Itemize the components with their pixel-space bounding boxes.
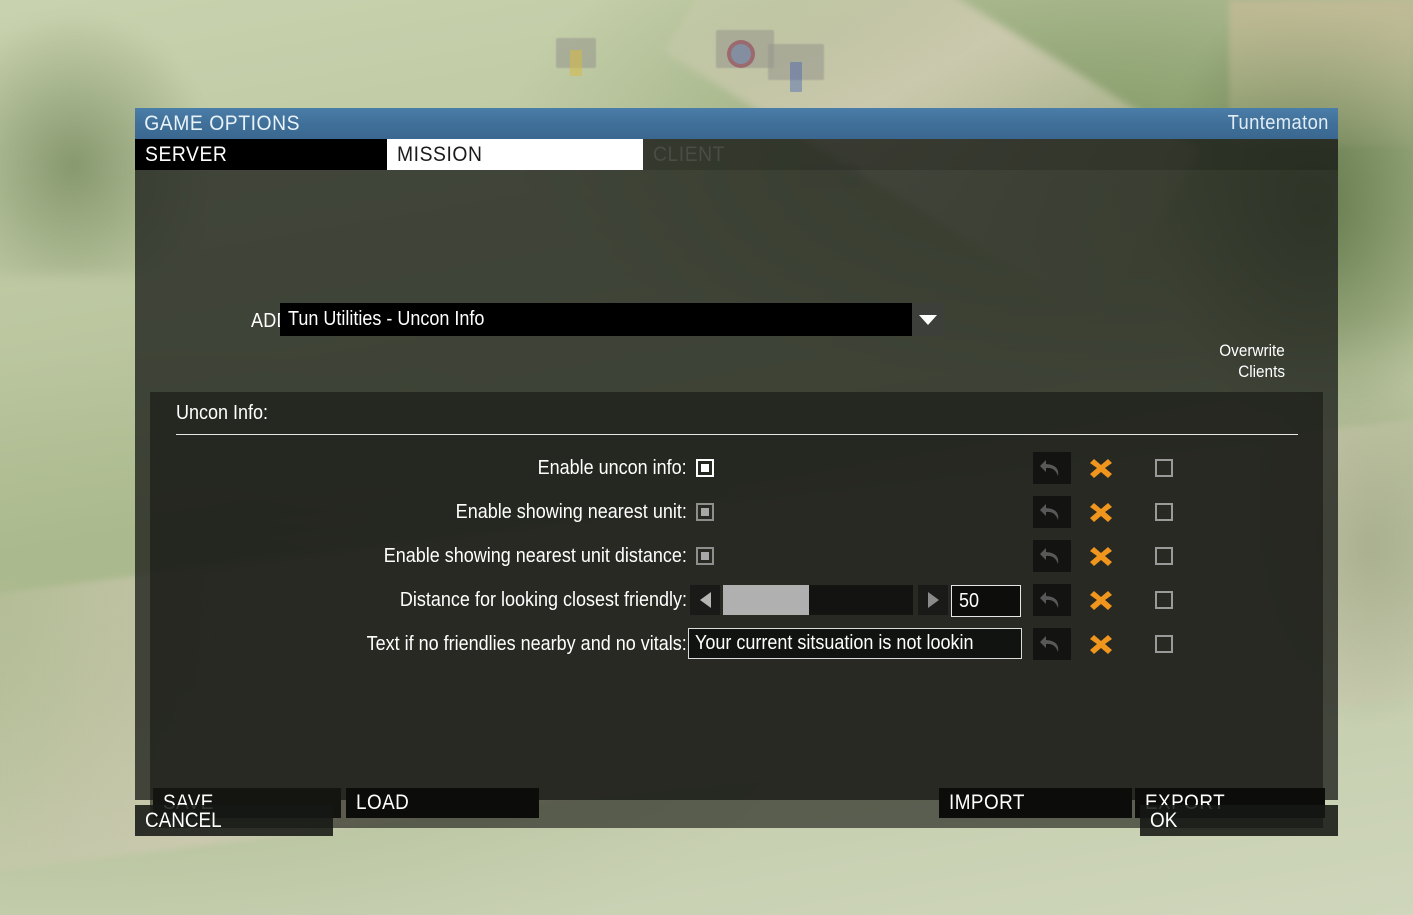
overwrite-clients-header: Overwrite Clients [1095, 340, 1285, 382]
arrow-right-icon[interactable] [918, 585, 948, 615]
settings-panel: Uncon Info: Enable uncon info: Enable sh… [150, 392, 1323, 828]
marker-circle [727, 40, 755, 68]
tab-server[interactable]: SERVER [135, 139, 387, 170]
setting-row: Enable uncon info: [150, 450, 1323, 486]
undo-icon[interactable] [1033, 540, 1071, 572]
section-title: Uncon Info: [176, 402, 269, 424]
undo-icon[interactable] [1033, 452, 1071, 484]
dialog-body: ADDON: Tun Utilities - Uncon Info Overwr… [135, 170, 1338, 828]
profile-name: Tuntematon [1227, 112, 1329, 134]
section-divider [176, 434, 1298, 435]
enable-nearest-unit-distance-checkbox[interactable] [696, 547, 714, 565]
slider-track[interactable] [723, 585, 913, 615]
setting-row: Enable showing nearest unit distance: [150, 538, 1323, 574]
tab-client-label: CLIENT [653, 142, 726, 166]
no-friendlies-text-value: Your current sitsuation is not lookin [695, 632, 974, 654]
setting-row: Enable showing nearest unit: [150, 494, 1323, 530]
overwrite-clients-checkbox[interactable] [1155, 459, 1173, 477]
game-options-dialog: GAME OPTIONS Tuntematon SERVER MISSION C… [135, 108, 1338, 828]
x-reset-icon[interactable] [1086, 629, 1116, 659]
overwrite-header-line1: Overwrite [1219, 341, 1285, 360]
addon-combo-value: Tun Utilities - Uncon Info [288, 308, 485, 330]
cancel-button[interactable]: CANCEL [135, 805, 333, 836]
tab-bar: SERVER MISSION CLIENT [135, 139, 1338, 170]
overwrite-clients-checkbox[interactable] [1155, 547, 1173, 565]
enable-nearest-unit-checkbox[interactable] [696, 503, 714, 521]
x-reset-icon[interactable] [1086, 585, 1116, 615]
setting-label: Enable showing nearest unit: [455, 500, 687, 523]
x-reset-icon[interactable] [1086, 497, 1116, 527]
tab-server-label: SERVER [145, 142, 228, 166]
undo-icon[interactable] [1033, 496, 1071, 528]
overwrite-clients-checkbox[interactable] [1155, 635, 1173, 653]
distance-value-input[interactable]: 50 [951, 585, 1021, 617]
slider-fill [723, 585, 809, 615]
overwrite-clients-checkbox[interactable] [1155, 503, 1173, 521]
setting-label: Text if no friendlies nearby and no vita… [366, 632, 687, 655]
soldier-2 [790, 62, 802, 92]
tab-client[interactable]: CLIENT [643, 139, 1338, 170]
enable-uncon-info-checkbox[interactable] [696, 459, 714, 477]
tab-mission[interactable]: MISSION [387, 139, 643, 170]
page-title: GAME OPTIONS [144, 111, 301, 135]
chevron-down-icon[interactable] [912, 303, 944, 336]
x-reset-icon[interactable] [1086, 453, 1116, 483]
arrow-left-icon[interactable] [690, 585, 720, 615]
overwrite-clients-checkbox[interactable] [1155, 591, 1173, 609]
setting-label: Enable showing nearest unit distance: [383, 544, 687, 567]
undo-icon[interactable] [1033, 584, 1071, 616]
addon-combo-box[interactable]: Tun Utilities - Uncon Info [280, 303, 944, 336]
setting-label: Distance for looking closest friendly: [399, 588, 687, 611]
dialog-title-bar: GAME OPTIONS Tuntematon [135, 108, 1338, 139]
distance-value: 50 [959, 589, 980, 612]
undo-icon[interactable] [1033, 628, 1071, 660]
tab-mission-label: MISSION [397, 142, 483, 166]
setting-label: Enable uncon info: [537, 456, 687, 479]
ok-button[interactable]: OK [1140, 805, 1338, 836]
setting-row: Distance for looking closest friendly: 5… [150, 582, 1323, 618]
setting-row: Text if no friendlies nearby and no vita… [150, 626, 1323, 662]
no-friendlies-text-input[interactable]: Your current sitsuation is not lookin [688, 628, 1022, 659]
soldier-1 [570, 50, 582, 76]
dialog-footer: CANCEL OK [135, 800, 1338, 845]
x-reset-icon[interactable] [1086, 541, 1116, 571]
overwrite-header-line2: Clients [1238, 362, 1285, 381]
